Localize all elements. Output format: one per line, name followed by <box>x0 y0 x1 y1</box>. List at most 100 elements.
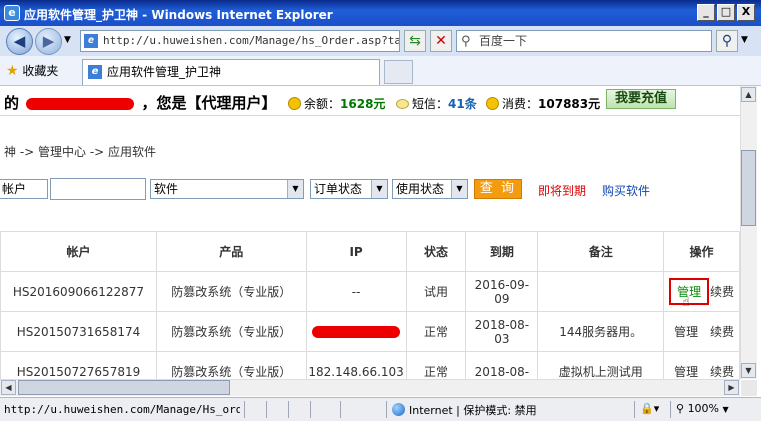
expiry-cell: 2018-08- 03 <box>465 311 539 352</box>
spend-info: 消费：107883元 <box>486 95 600 112</box>
ip-cell <box>305 311 407 352</box>
status-cell: 试用 <box>405 271 467 312</box>
scroll-left-icon[interactable]: ◀ <box>1 380 16 395</box>
spend-icon <box>486 97 499 110</box>
page-lock-icon[interactable]: 🔒▾ <box>640 402 659 415</box>
expiry-date-day: 03 <box>494 331 510 346</box>
sms-info: 短信：41条 <box>396 95 477 112</box>
window-title: 应用软件管理_护卫神 - Windows Internet Explorer <box>24 8 333 22</box>
status-divider <box>310 401 311 418</box>
search-icon[interactable]: ⚲ <box>716 30 738 52</box>
greeting: 的 ，您是【代理用户】 <box>4 92 277 113</box>
actions-cell: 管理 续费 <box>663 351 740 379</box>
ip-cell: -- <box>305 271 407 312</box>
actions-cell: 管理 续费 <box>663 311 740 352</box>
renew-link[interactable]: 续费 <box>710 325 734 339</box>
page-content: 的 ，您是【代理用户】 余额：1628元 短信：41条 消费：107883元 我… <box>0 86 740 379</box>
favorites-bar: ★ 收藏夹 e 应用软件管理_护卫神 <box>0 56 761 86</box>
search-options-icon[interactable]: ▼ <box>741 35 748 45</box>
status-cell: 正常 <box>405 351 467 379</box>
browser-tab[interactable]: e 应用软件管理_护卫神 <box>82 59 380 85</box>
spend-label: 消费： <box>502 97 539 111</box>
greeting-suffix: ，您是【代理用户】 <box>141 94 277 112</box>
table-header-row: 帐户 产品 IP 状态 到期 备注 操作 <box>0 231 740 272</box>
address-input[interactable]: e http://u.huweishen.com/Manage/hs_Order… <box>80 30 400 52</box>
favorites-label: 收藏夹 <box>22 64 59 78</box>
status-bar: http://u.huweishen.com/Manage/Hs_orderM … <box>0 397 761 421</box>
account-search-input[interactable] <box>50 178 146 200</box>
renew-link[interactable]: 续费 <box>710 365 734 379</box>
product-cell: 防篡改系统（专业版） <box>155 271 307 312</box>
ie-icon: e <box>4 5 20 21</box>
order-status-select[interactable]: 订单状态 ▼ <box>310 179 388 199</box>
column-header-actions: 操作 <box>663 231 740 272</box>
scroll-up-icon[interactable]: ▲ <box>741 87 756 102</box>
account-type-select[interactable]: 帐户 <box>0 179 48 199</box>
back-arrow-icon[interactable]: ◀ <box>6 28 33 55</box>
chevron-down-icon: ▼ <box>722 405 729 414</box>
forward-arrow-icon[interactable]: ▶ <box>35 28 62 55</box>
expiring-soon-link[interactable]: 即将到期 <box>538 182 586 199</box>
page-icon: e <box>84 34 98 48</box>
expiry-cell: 2016-09- 09 <box>465 271 539 312</box>
software-select-value: 软件 <box>154 182 179 196</box>
refresh-icon[interactable]: ⇆ <box>404 30 426 52</box>
stop-icon[interactable]: ✕ <box>430 30 452 52</box>
status-divider <box>266 401 267 418</box>
vertical-scrollbar[interactable] <box>740 86 757 379</box>
expiry-date: 2016-09- <box>474 277 530 292</box>
account-cell: HS201609066122877 <box>0 271 157 312</box>
status-divider <box>634 401 635 418</box>
history-dropdown-icon[interactable]: ▼ <box>64 35 71 45</box>
search-input[interactable]: ⚲ 百度一下 <box>456 30 712 52</box>
account-select-value: 帐户 <box>2 182 27 196</box>
software-select[interactable]: 软件 ▼ <box>150 179 304 199</box>
actions-cell: 管理 ☝ 续费 <box>663 271 740 312</box>
chevron-down-icon: ▼ <box>371 180 387 198</box>
vertical-scroll-thumb[interactable] <box>741 150 756 226</box>
horizontal-scroll-thumb[interactable] <box>18 380 230 395</box>
use-status-select[interactable]: 使用状态 ▼ <box>392 179 468 199</box>
user-header: 的 ，您是【代理用户】 余额：1628元 短信：41条 消费：107883元 我… <box>0 86 740 116</box>
zone-text: Internet | 保护模式: 禁用 <box>409 404 537 417</box>
column-header-account: 帐户 <box>0 231 157 272</box>
balance-value: 1628元 <box>340 97 386 111</box>
zoom-control[interactable]: ⚲ 100% ▼ <box>676 402 729 415</box>
account-cell: HS20150731658174 <box>0 311 157 352</box>
expiry-cell: 2018-08- <box>465 351 539 379</box>
product-cell: 防篡改系统（专业版） <box>155 311 307 352</box>
scroll-down-icon[interactable]: ▼ <box>741 363 756 378</box>
note-cell <box>537 271 665 312</box>
column-header-status: 状态 <box>405 231 467 272</box>
restore-button[interactable]: □ <box>717 4 735 21</box>
status-url: http://u.huweishen.com/Manage/Hs_orderM <box>4 403 240 416</box>
security-zone[interactable]: Internet | 保护模式: 禁用 <box>392 402 537 418</box>
table-row: HS20150727657819 防篡改系统（专业版） 182.148.66.1… <box>0 351 740 379</box>
renew-link[interactable]: 续费 <box>710 285 734 299</box>
sms-icon <box>396 99 409 109</box>
favorites-button[interactable]: ★ 收藏夹 <box>6 62 58 79</box>
manage-link[interactable]: 管理 <box>674 363 698 379</box>
chevron-down-icon: ▼ <box>451 180 467 198</box>
redacted-username <box>26 97 135 110</box>
manage-link[interactable]: 管理 <box>674 323 698 340</box>
close-window-button[interactable]: X <box>737 4 755 21</box>
status-divider <box>386 401 387 418</box>
buy-software-link[interactable]: 购买软件 <box>602 182 650 199</box>
status-divider <box>670 401 671 418</box>
balance-label: 余额： <box>304 97 341 111</box>
status-cell: 正常 <box>405 311 467 352</box>
expiry-date-day: 09 <box>494 291 510 306</box>
address-text: http://u.huweishen.com/Manage/hs_Order.a… <box>103 34 400 47</box>
spend-value: 107883元 <box>538 97 601 111</box>
account-cell: HS20150727657819 <box>0 351 157 379</box>
table-row: HS201609066122877 防篡改系统（专业版） -- 试用 2016-… <box>0 271 740 312</box>
scroll-right-icon[interactable]: ▶ <box>724 380 739 395</box>
query-button[interactable]: 查 询 <box>474 179 522 199</box>
minimize-button[interactable]: _ <box>697 4 715 21</box>
recharge-button[interactable]: 我要充值 <box>606 89 676 109</box>
column-header-ip: IP <box>305 231 407 272</box>
expiry-date: 2018-08- <box>474 364 530 379</box>
navigation-bar: ◀ ▶ ▼ e http://u.huweishen.com/Manage/hs… <box>0 26 761 56</box>
new-tab-button[interactable] <box>384 60 413 84</box>
